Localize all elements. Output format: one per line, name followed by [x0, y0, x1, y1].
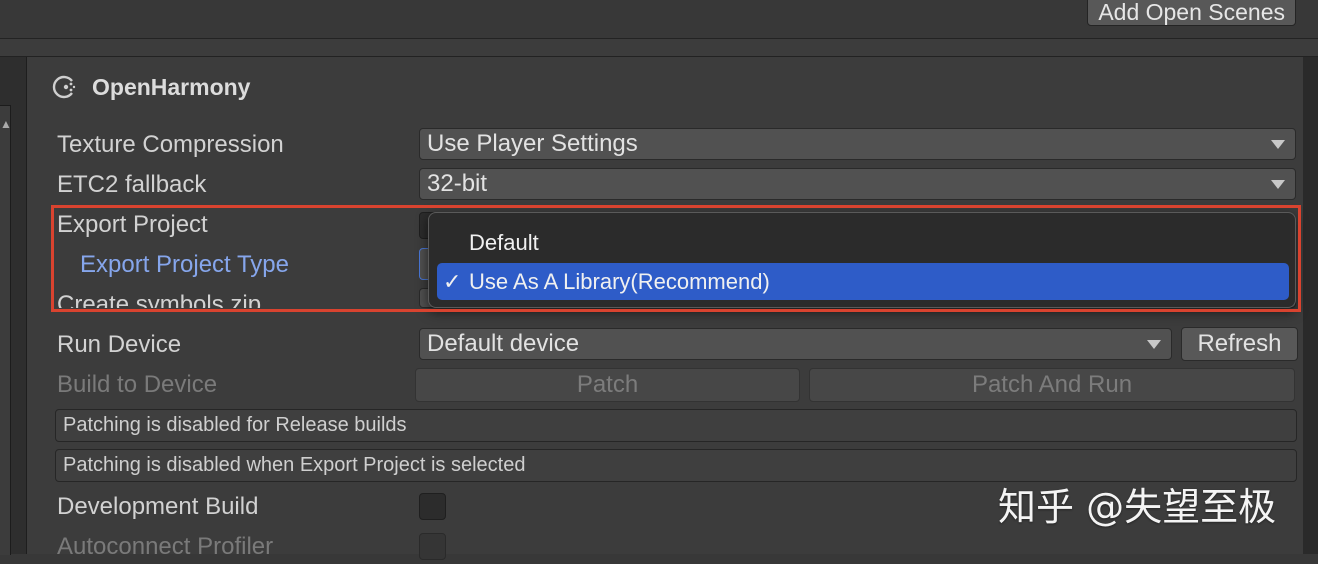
toolbar-divider	[0, 39, 1318, 57]
etc2-fallback-value: 32-bit	[427, 170, 488, 197]
build-to-device-label: Build to Device	[57, 371, 218, 398]
run-device-value: Default device	[427, 330, 580, 357]
section-title: OpenHarmony	[92, 74, 251, 100]
refresh-button[interactable]: Refresh	[1181, 327, 1298, 361]
watermark: 知乎 @失望至极	[998, 485, 1277, 529]
patch-and-run-button[interactable]: Patch And Run	[809, 368, 1295, 402]
texture-compression-value: Use Player Settings	[427, 130, 638, 157]
openharmony-logo-icon	[52, 75, 76, 99]
info-release-builds: Patching is disabled for Release builds	[55, 409, 1297, 442]
etc2-fallback-label: ETC2 fallback	[57, 171, 207, 198]
platform-list-panel: ▲	[0, 57, 27, 555]
scrollbar-track[interactable]	[1303, 57, 1318, 554]
chevron-down-icon	[1271, 140, 1285, 149]
chevron-down-icon	[1147, 340, 1161, 349]
autoconnect-profiler-label: Autoconnect Profiler	[57, 533, 274, 560]
development-build-label: Development Build	[57, 493, 259, 520]
annotation-highlight-box	[51, 205, 1301, 312]
autoconnect-profiler-checkbox[interactable]	[419, 533, 446, 560]
patch-button[interactable]: Patch	[415, 368, 800, 402]
run-device-label: Run Device	[57, 331, 182, 358]
texture-compression-dropdown[interactable]: Use Player Settings	[419, 128, 1296, 160]
platform-list-scrollbar[interactable]	[0, 105, 11, 555]
chevron-down-icon	[1271, 180, 1285, 189]
etc2-fallback-dropdown[interactable]: 32-bit	[419, 168, 1296, 200]
texture-compression-label: Texture Compression	[57, 131, 284, 158]
development-build-checkbox[interactable]	[419, 493, 446, 520]
run-device-dropdown[interactable]: Default device	[419, 328, 1172, 360]
add-open-scenes-button[interactable]: Add Open Scenes	[1087, 0, 1296, 26]
scroll-arrow-icon[interactable]: ▲	[0, 117, 12, 131]
